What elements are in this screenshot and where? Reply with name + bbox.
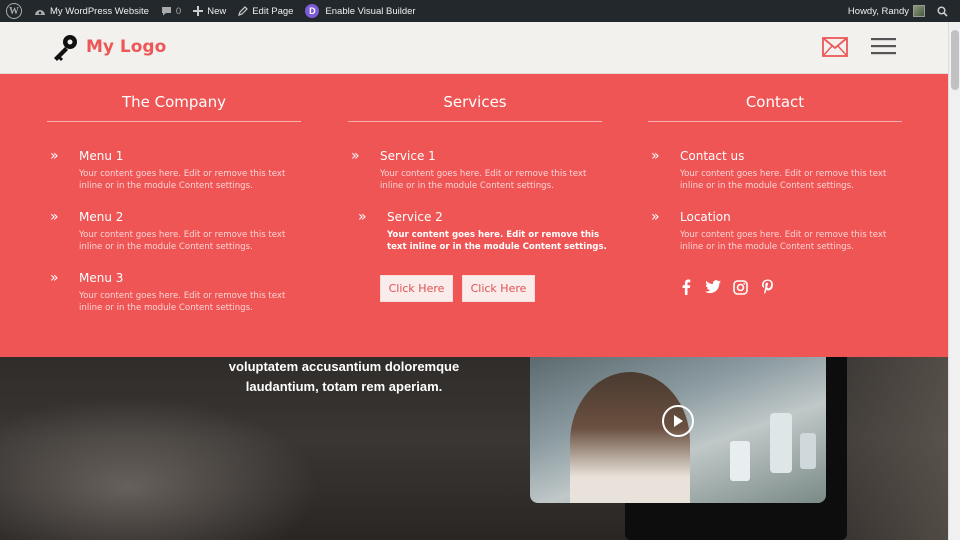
click-here-button-2[interactable]: Click Here <box>462 275 535 302</box>
hero-section: voluptatem accusantium doloremque laudan… <box>0 357 948 540</box>
mega-menu: The Company » Menu 1 Your content goes h… <box>0 74 948 357</box>
divi-icon: D <box>305 4 320 18</box>
pinterest-icon[interactable] <box>759 279 775 295</box>
menu-item-desc: Your content goes here. Edit or remove t… <box>680 230 887 252</box>
wordpress-logo-button[interactable]: W <box>0 0 28 22</box>
play-icon <box>674 415 683 427</box>
menu-item-title: Location <box>680 210 731 224</box>
page-scrollbar[interactable] <box>948 22 960 540</box>
double-chevron-right-icon: » <box>50 209 59 225</box>
instagram-icon[interactable] <box>732 279 748 295</box>
menu-item-desc: Your content goes here. Edit or remove t… <box>380 169 587 191</box>
site-header: My Logo <box>0 22 948 74</box>
comment-icon <box>161 7 171 16</box>
play-button[interactable] <box>662 405 694 437</box>
greeting-label: Howdy, Randy <box>847 5 909 17</box>
video-thumbnail-bottle <box>770 413 792 473</box>
column-divider <box>47 121 301 122</box>
new-content-button[interactable]: New <box>187 0 232 22</box>
edit-page-link[interactable]: Edit Page <box>232 0 299 22</box>
menu-item-title: Contact us <box>680 149 745 163</box>
mail-button[interactable] <box>822 37 848 62</box>
hamburger-icon <box>871 38 896 55</box>
admin-search-button[interactable] <box>931 0 954 22</box>
video-thumbnail-bottle <box>730 441 750 481</box>
wp-admin-bar: W My WordPress Website 0 New Edit Page D… <box>0 0 960 22</box>
menu-item-desc: Your content goes here. Edit or remove t… <box>79 230 286 252</box>
double-chevron-right-icon: » <box>351 148 360 164</box>
double-chevron-right-icon: » <box>651 148 660 164</box>
wordpress-icon: W <box>6 3 22 19</box>
envelope-icon <box>822 37 848 57</box>
pencil-icon <box>238 6 249 16</box>
column-divider <box>648 121 902 122</box>
double-chevron-right-icon: » <box>651 209 660 225</box>
hero-text: voluptatem accusantium doloremque laudan… <box>200 357 488 397</box>
new-label: New <box>207 5 227 17</box>
column-title: Contact <box>745 93 805 111</box>
menu-item-title: Service 1 <box>380 149 436 163</box>
hero-text-line: voluptatem accusantium doloremque <box>228 359 460 374</box>
avatar <box>913 5 925 17</box>
logo-text: My Logo <box>86 37 167 57</box>
column-divider <box>348 121 602 122</box>
dashboard-icon <box>35 10 45 15</box>
hamburger-menu-button[interactable] <box>871 36 896 61</box>
visual-builder-label: Enable Visual Builder <box>325 5 416 17</box>
social-links <box>678 279 775 295</box>
visual-builder-link[interactable]: D Enable Visual Builder <box>299 0 421 22</box>
menu-item-title: Menu 1 <box>79 149 124 163</box>
edit-page-label: Edit Page <box>252 5 294 17</box>
column-title: The Company <box>121 93 227 111</box>
column-title: Services <box>443 93 507 111</box>
double-chevron-right-icon: » <box>358 209 367 225</box>
account-menu[interactable]: Howdy, Randy <box>842 0 931 22</box>
scrollbar-thumb[interactable] <box>951 30 959 90</box>
menu-item-title: Menu 2 <box>79 210 124 224</box>
site-name-label: My WordPress Website <box>50 5 149 17</box>
menu-item-desc: Your content goes here. Edit or remove t… <box>79 291 286 313</box>
comments-count: 0 <box>175 5 182 17</box>
search-icon <box>937 5 948 17</box>
site-name-link[interactable]: My WordPress Website <box>28 0 155 22</box>
facebook-icon[interactable] <box>678 279 694 295</box>
menu-item-desc: Your content goes here. Edit or remove t… <box>680 169 887 191</box>
menu-item-desc: Your content goes here. Edit or remove t… <box>79 169 286 191</box>
menu-item-title: Menu 3 <box>79 271 124 285</box>
double-chevron-right-icon: » <box>50 148 59 164</box>
site-logo-link[interactable]: My Logo <box>50 32 166 62</box>
twitter-icon[interactable] <box>705 279 721 295</box>
video-player[interactable] <box>530 357 826 503</box>
menu-item-title: Service 2 <box>387 210 443 224</box>
hero-text-line: laudantium, totam rem aperiam. <box>245 379 443 394</box>
key-icon <box>54 35 77 61</box>
background-photo <box>0 397 320 540</box>
comments-link[interactable]: 0 <box>155 0 187 22</box>
double-chevron-right-icon: » <box>50 270 59 286</box>
menu-item-desc: Your content goes here. Edit or remove t… <box>387 230 607 252</box>
video-thumbnail-person <box>570 372 690 503</box>
click-here-button[interactable]: Click Here <box>380 275 453 302</box>
video-thumbnail-bottle <box>800 433 816 469</box>
plus-icon <box>193 6 204 16</box>
